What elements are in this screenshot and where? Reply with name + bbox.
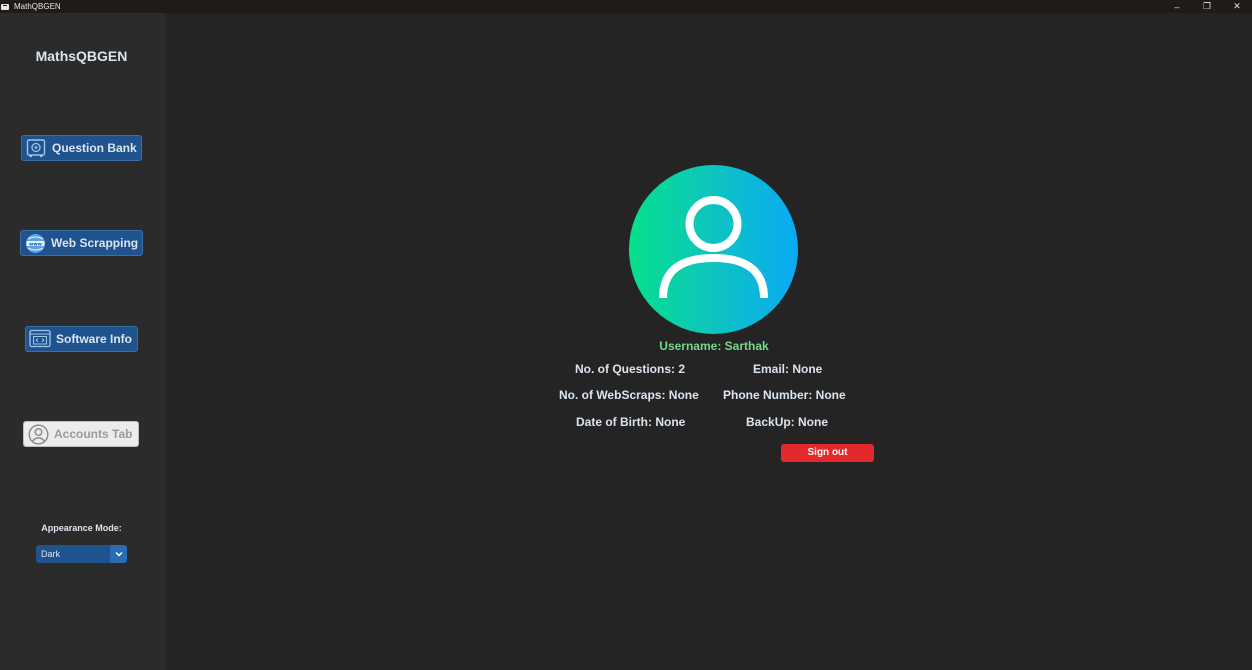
chevron-down-icon[interactable] [110,545,127,563]
appearance-mode-value: Dark [41,549,61,559]
profile-avatar [629,165,798,334]
software-info-label: Software Info [56,332,133,346]
backup-value: BackUp: None [746,415,829,429]
questions-count: No. of Questions: 2 [575,362,686,376]
sidebar: MathsQBGEN Question Bank www Web Scrappi… [0,13,166,670]
minimize-button[interactable]: – [1162,0,1192,13]
sign-out-button[interactable]: Sign out [781,444,874,462]
user-circle-icon [27,423,49,445]
appearance-mode-dropdown[interactable]: Dark [36,545,127,563]
window-titlebar: MathQBGEN – ❐ ✕ [0,0,1252,13]
username-label: Username: Sarthak [659,339,769,353]
restore-button[interactable]: ❐ [1192,0,1222,13]
web-scrapping-button[interactable]: www Web Scrapping [20,230,143,256]
accounts-tab-button[interactable]: Accounts Tab [23,421,139,447]
app-brand: MathsQBGEN [35,48,128,64]
question-bank-button[interactable]: Question Bank [21,135,142,161]
code-window-icon [29,329,51,349]
software-info-button[interactable]: Software Info [25,326,138,352]
email-value: Email: None [753,362,823,376]
web-scrapping-label: Web Scrapping [51,236,139,250]
question-bank-label: Question Bank [52,141,137,155]
svg-text:www: www [29,242,42,247]
accounts-tab-label: Accounts Tab [54,427,133,441]
phone-number-value: Phone Number: None [723,388,846,402]
safe-icon [25,138,47,158]
www-globe-icon: www [24,233,46,253]
date-of-birth-value: Date of Birth: None [576,415,686,429]
webscraps-count: No. of WebScraps: None [559,388,699,402]
window-title: MathQBGEN [14,2,61,11]
appearance-mode-label: Appearance Mode: [41,523,122,533]
user-icon [659,196,768,299]
window-controls: – ❐ ✕ [1162,0,1252,13]
app-icon [1,3,9,10]
close-button[interactable]: ✕ [1222,0,1252,13]
